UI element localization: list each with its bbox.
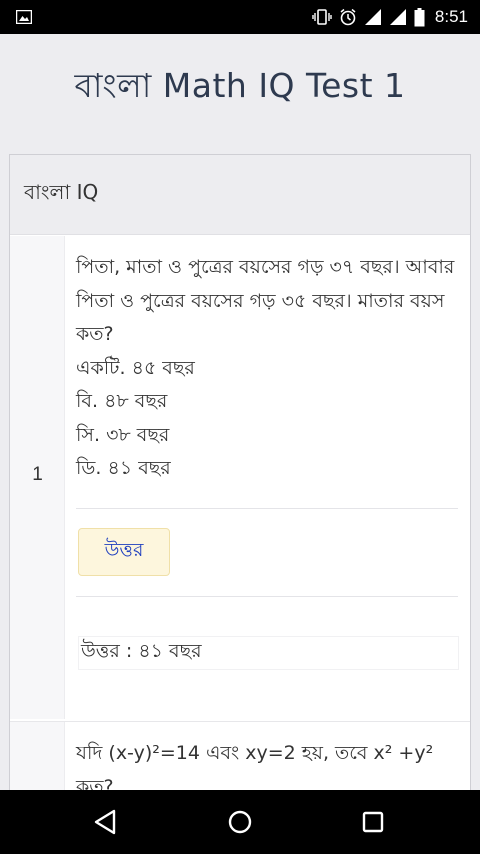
option-c: সি. ৩৮ বছর (76, 423, 170, 446)
answer-text: উত্তর : ৪১ বছর (78, 636, 459, 670)
option-d: ডি. ৪১ বছর (76, 457, 171, 479)
clock-time: 8:51 (434, 7, 468, 26)
home-icon[interactable] (224, 806, 256, 838)
divider (76, 596, 458, 597)
option-b: বি. ৪৮ বছর (76, 390, 168, 412)
battery-icon (414, 7, 425, 26)
question-options: একটি. ৪৫ বছর বি. ৪৮ বছর সি. ৩৮ বছর ডি. ৪… (76, 352, 458, 486)
question-number-column: 1 (10, 236, 65, 719)
show-answer-button[interactable]: উত্তর (78, 528, 170, 576)
signal-icon (364, 9, 381, 25)
vibrate-icon (312, 9, 332, 25)
recents-icon[interactable] (357, 806, 389, 838)
image-notification-icon (16, 10, 32, 24)
status-bar: 8:51 (0, 0, 480, 34)
quiz-card: বাংলা IQ 1 পিতা, মাতা ও পুত্রের বয়সের গ… (9, 154, 471, 804)
alarm-icon (340, 8, 356, 26)
card-header: বাংলা IQ (10, 155, 470, 235)
question-text: পিতা, মাতা ও পুত্রের বয়সের গড় ৩৭ বছর। … (76, 256, 455, 345)
question-row: 1 পিতা, মাতা ও পুত্রের বয়সের গড় ৩৭ বছর… (10, 236, 470, 719)
page-title: বাংলা Math IQ Test 1 (74, 66, 406, 105)
divider (76, 508, 458, 509)
question-number: 1 (32, 464, 43, 485)
option-a: একটি. ৪৫ বছর (76, 356, 195, 379)
back-icon[interactable] (90, 806, 122, 838)
question-content: পিতা, মাতা ও পুত্রের বয়সের গড় ৩৭ বছর। … (76, 236, 458, 486)
signal-2-icon (389, 9, 406, 25)
navigation-bar (0, 790, 480, 854)
